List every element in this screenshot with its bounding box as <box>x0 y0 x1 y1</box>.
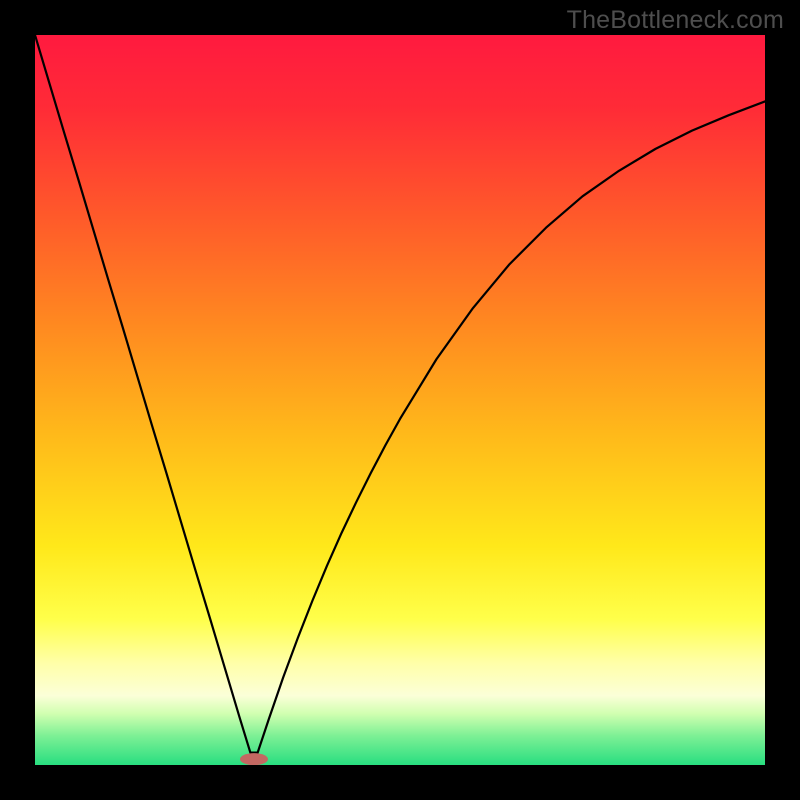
watermark-text: TheBottleneck.com <box>567 6 784 35</box>
bottleneck-chart <box>35 35 765 765</box>
optimum-marker <box>240 753 268 765</box>
chart-frame: TheBottleneck.com <box>0 0 800 800</box>
